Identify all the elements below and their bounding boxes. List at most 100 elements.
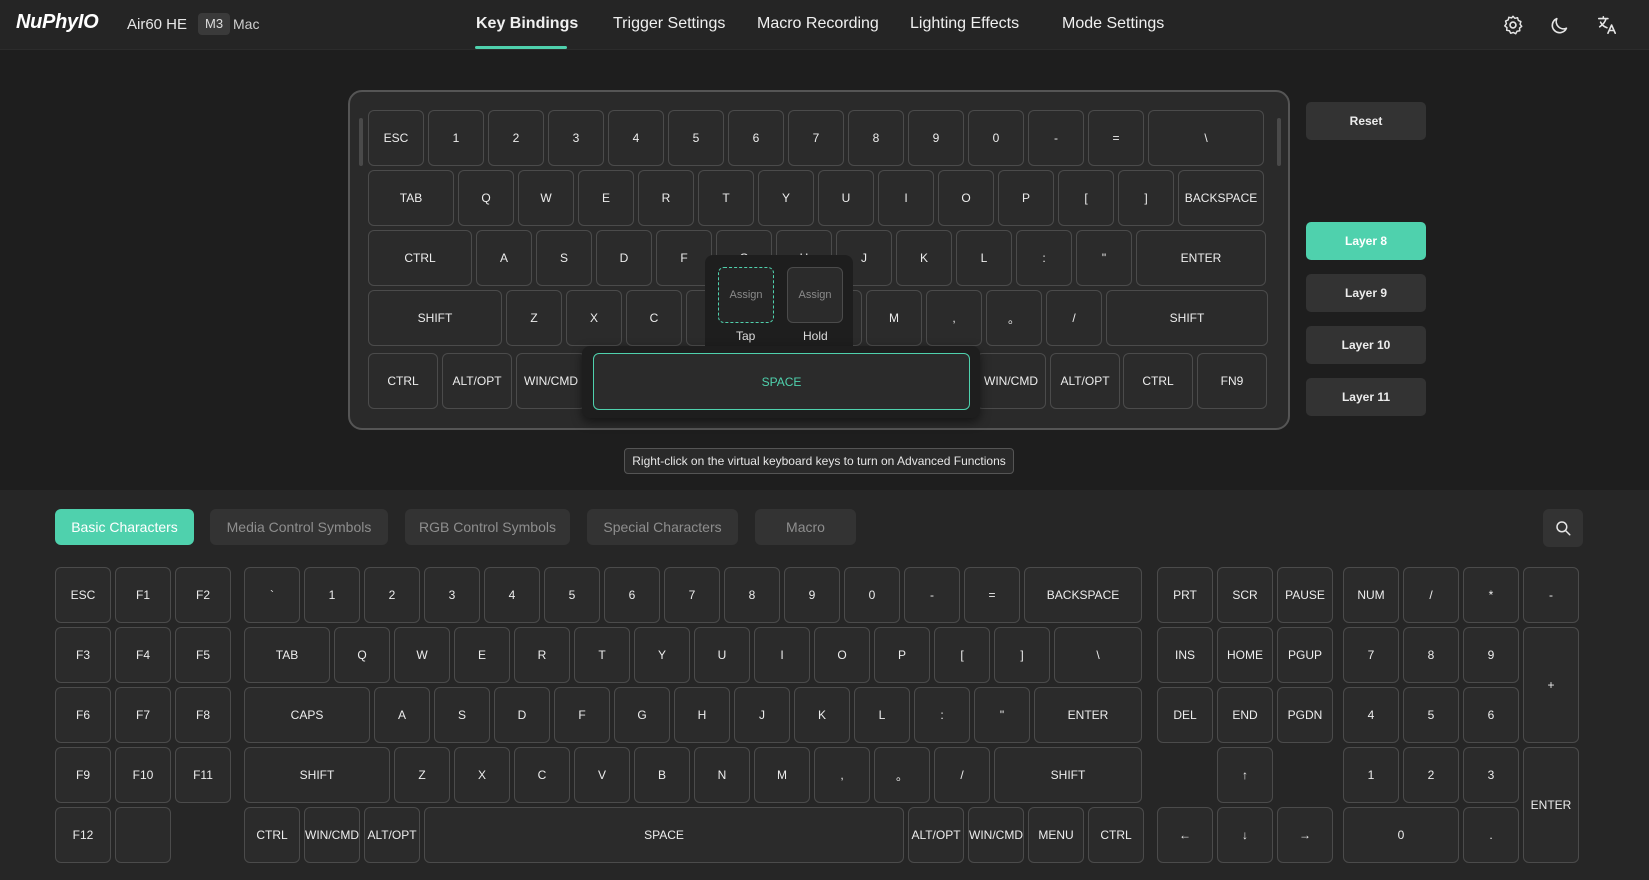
picker-key-shift[interactable]: SHIFT [994,747,1142,803]
numpad-key-num[interactable]: NUM [1343,567,1399,623]
picker-key-f9[interactable]: F9 [55,747,111,803]
virtual-key-backspace[interactable]: BACKSPACE [1178,170,1264,226]
numpad-key-2[interactable]: 2 [1403,747,1459,803]
numpad-key-7[interactable]: 7 [1343,627,1399,683]
virtual-key-u[interactable]: U [818,170,874,226]
numpad-key-6[interactable]: 6 [1463,687,1519,743]
picker-key-f7[interactable]: F7 [115,687,171,743]
picker-key-y[interactable]: Y [634,627,690,683]
hold-assign-slot[interactable]: Assign [787,267,843,323]
virtual-key-minus[interactable]: - [1028,110,1084,166]
picker-key-quote[interactable]: " [974,687,1030,743]
picker-key-space[interactable]: SPACE [424,807,904,863]
search-button[interactable] [1543,509,1583,547]
virtual-key-ctrl[interactable]: CTRL [368,230,472,286]
numpad-key-dot[interactable]: . [1463,807,1519,863]
numpad-key-enter[interactable]: ENTER [1523,747,1579,863]
numpad-key-minus[interactable]: - [1523,567,1579,623]
picker-key-3[interactable]: 3 [424,567,480,623]
picker-key-5[interactable]: 5 [544,567,600,623]
picker-key-f12[interactable]: F12 [55,807,111,863]
virtual-key-e[interactable]: E [578,170,634,226]
picker-key-w[interactable]: W [394,627,450,683]
numpad-key-slash[interactable]: / [1403,567,1459,623]
picker-key-z[interactable]: Z [394,747,450,803]
tab-mode-settings[interactable]: Mode Settings [1062,15,1164,33]
picker-key-ctrl[interactable]: CTRL [1088,807,1144,863]
virtual-key-2[interactable]: 2 [488,110,544,166]
virtual-key-1[interactable]: 1 [428,110,484,166]
picker-key-7[interactable]: 7 [664,567,720,623]
layer-9-button[interactable]: Layer 9 [1306,274,1426,312]
virtual-key-4[interactable]: 4 [608,110,664,166]
numpad-key-3[interactable]: 3 [1463,747,1519,803]
picker-key-win-cmd[interactable]: WIN/CMD [304,807,360,863]
numpad-key-1[interactable]: 1 [1343,747,1399,803]
picker-key-scr[interactable]: SCR [1217,567,1273,623]
virtual-key-ctrl[interactable]: CTRL [1123,353,1193,409]
picker-key-f[interactable]: F [554,687,610,743]
virtual-key-i[interactable]: I [878,170,934,226]
picker-key-caps[interactable]: CAPS [244,687,370,743]
virtual-key-esc[interactable]: ESC [368,110,424,166]
picker-key-c[interactable]: C [514,747,570,803]
picker-key-alt-opt[interactable]: ALT/OPT [908,807,964,863]
layer-11-button[interactable]: Layer 11 [1306,378,1426,416]
picker-key-pgup[interactable]: PGUP [1277,627,1333,683]
virtual-key-alt-opt[interactable]: ALT/OPT [1050,353,1120,409]
virtual-key-enter[interactable]: ENTER [1136,230,1266,286]
picker-key-j[interactable]: J [734,687,790,743]
virtual-key-k[interactable]: K [896,230,952,286]
virtual-key-3[interactable]: 3 [548,110,604,166]
numpad-key-9[interactable]: 9 [1463,627,1519,683]
virtual-key-c[interactable]: C [626,290,682,346]
virtual-key-6[interactable]: 6 [728,110,784,166]
virtual-key-m[interactable]: M [866,290,922,346]
arrow-left-key[interactable]: ← [1157,807,1213,863]
picker-key-f5[interactable]: F5 [175,627,231,683]
picker-key-minus[interactable]: - [904,567,960,623]
picker-key-o[interactable]: O [814,627,870,683]
virtual-key-lbracket[interactable]: [ [1058,170,1114,226]
picker-key-1[interactable]: 1 [304,567,360,623]
picker-key-u[interactable]: U [694,627,750,683]
virtual-key-fn9[interactable]: FN9 [1197,353,1267,409]
category-macro[interactable]: Macro [755,509,856,545]
tab-macro-recording[interactable]: Macro Recording [757,15,879,33]
picker-key-alt-opt[interactable]: ALT/OPT [364,807,420,863]
picker-key-9[interactable]: 9 [784,567,840,623]
picker-key-l[interactable]: L [854,687,910,743]
picker-key-backspace[interactable]: BACKSPACE [1024,567,1142,623]
picker-key-i[interactable]: I [754,627,810,683]
virtual-key-win-cmd[interactable]: WIN/CMD [976,353,1046,409]
picker-key-pause[interactable]: PAUSE [1277,567,1333,623]
picker-key-f6[interactable]: F6 [55,687,111,743]
virtual-key-rbracket[interactable]: ] [1118,170,1174,226]
picker-key-ins[interactable]: INS [1157,627,1213,683]
virtual-key-9[interactable]: 9 [908,110,964,166]
virtual-key-backslash[interactable]: \ [1148,110,1264,166]
picker-key-tab[interactable]: TAB [244,627,330,683]
category-basic-characters[interactable]: Basic Characters [55,509,194,545]
picker-key-f4[interactable]: F4 [115,627,171,683]
virtual-key-equals[interactable]: = [1088,110,1144,166]
tap-assign-slot[interactable]: Assign [718,267,774,323]
picker-key-menu[interactable]: MENU [1028,807,1084,863]
virtual-key-q[interactable]: Q [458,170,514,226]
picker-key-2[interactable]: 2 [364,567,420,623]
layer-10-button[interactable]: Layer 10 [1306,326,1426,364]
picker-key-pgdn[interactable]: PGDN [1277,687,1333,743]
picker-key-6[interactable]: 6 [604,567,660,623]
virtual-key-ctrl[interactable]: CTRL [368,353,438,409]
picker-key-slash[interactable]: / [934,747,990,803]
arrow-down-key[interactable]: ↓ [1217,807,1273,863]
virtual-key-z[interactable]: Z [506,290,562,346]
category-special-characters[interactable]: Special Characters [587,509,738,545]
virtual-key-alt-opt[interactable]: ALT/OPT [442,353,512,409]
virtual-key-slash[interactable]: / [1046,290,1102,346]
numpad-key-5[interactable]: 5 [1403,687,1459,743]
virtual-key-o[interactable]: O [938,170,994,226]
numpad-key-4[interactable]: 4 [1343,687,1399,743]
numpad-key-8[interactable]: 8 [1403,627,1459,683]
picker-key-backslash[interactable]: \ [1054,627,1142,683]
